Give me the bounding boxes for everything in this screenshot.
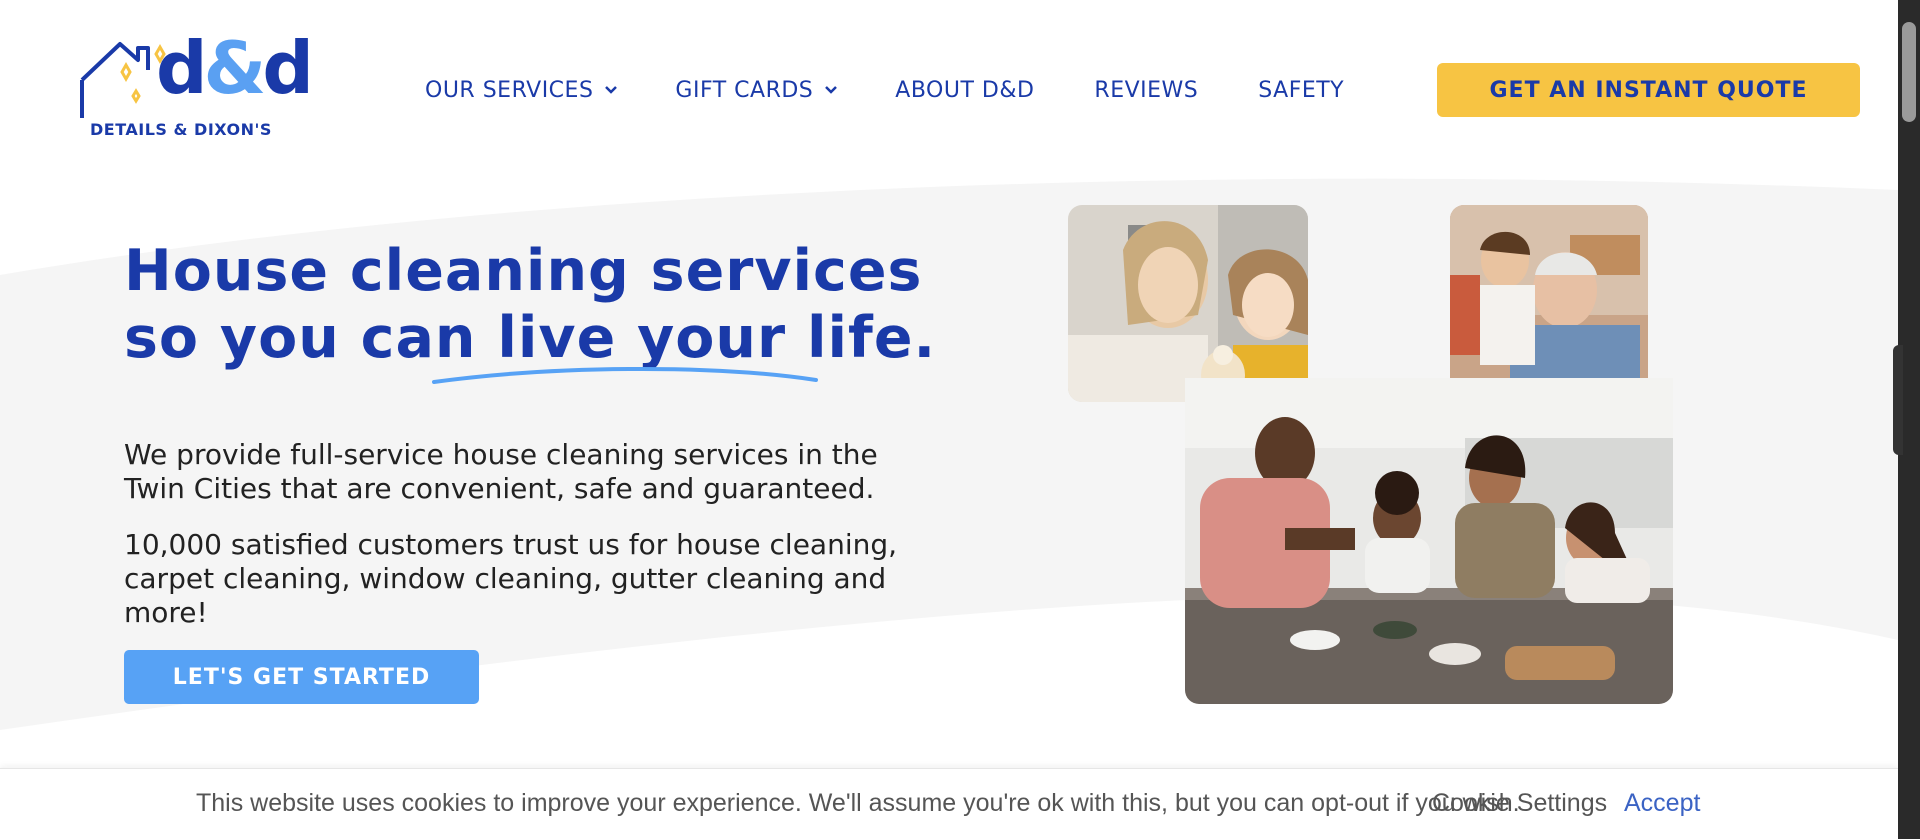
get-started-button[interactable]: LET'S GET STARTED bbox=[124, 650, 479, 704]
nav-label: GIFT CARDS bbox=[675, 77, 814, 103]
nav-label: ABOUT D&D bbox=[895, 77, 1035, 103]
title-underline-swoosh bbox=[432, 366, 818, 384]
cookie-message: This website uses cookies to improve you… bbox=[196, 789, 1520, 817]
scrollbar-thumb[interactable] bbox=[1902, 22, 1916, 122]
chevron-down-icon bbox=[825, 86, 838, 94]
page: d&d DETAILS & DIXON'S OUR SERVICES GIFT … bbox=[0, 0, 1898, 839]
logo[interactable]: d&d DETAILS & DIXON'S bbox=[78, 32, 314, 142]
nav-gift-cards[interactable]: GIFT CARDS bbox=[675, 77, 838, 103]
side-widget-tab[interactable] bbox=[1893, 345, 1903, 455]
cookie-settings-link[interactable]: Cookie Settings bbox=[1432, 789, 1607, 818]
hero-title: House cleaning services so you can live … bbox=[124, 238, 936, 372]
cookie-accept-link[interactable]: Accept bbox=[1624, 789, 1700, 818]
mother-daughter-photo bbox=[1068, 205, 1308, 402]
hero-title-line1: House cleaning services bbox=[124, 238, 923, 304]
hero-paragraph-2: 10,000 satisfied customers trust us for … bbox=[124, 528, 898, 629]
nav-our-services[interactable]: OUR SERVICES bbox=[425, 77, 618, 103]
logo-wordmark: d&d bbox=[156, 26, 314, 110]
chevron-down-icon bbox=[605, 86, 618, 94]
hero-paragraph-1: We provide full-service house cleaning s… bbox=[124, 438, 878, 505]
instant-quote-button[interactable]: GET AN INSTANT QUOTE bbox=[1437, 63, 1860, 117]
main-nav: OUR SERVICES GIFT CARDS ABOUT D&D REVIEW… bbox=[425, 74, 1344, 106]
hero-title-period: . bbox=[913, 305, 937, 371]
logo-tagline: DETAILS & DIXON'S bbox=[90, 120, 272, 139]
nav-label: REVIEWS bbox=[1094, 77, 1199, 103]
nav-about[interactable]: ABOUT D&D bbox=[895, 78, 1034, 103]
family-kitchen-photo bbox=[1185, 378, 1673, 704]
nav-reviews[interactable]: REVIEWS bbox=[1094, 78, 1198, 103]
nav-safety[interactable]: SAFETY bbox=[1258, 78, 1344, 103]
nav-label: SAFETY bbox=[1258, 77, 1345, 103]
nav-label: OUR SERVICES bbox=[425, 77, 594, 103]
cookie-bar: This website uses cookies to improve you… bbox=[0, 768, 1898, 840]
